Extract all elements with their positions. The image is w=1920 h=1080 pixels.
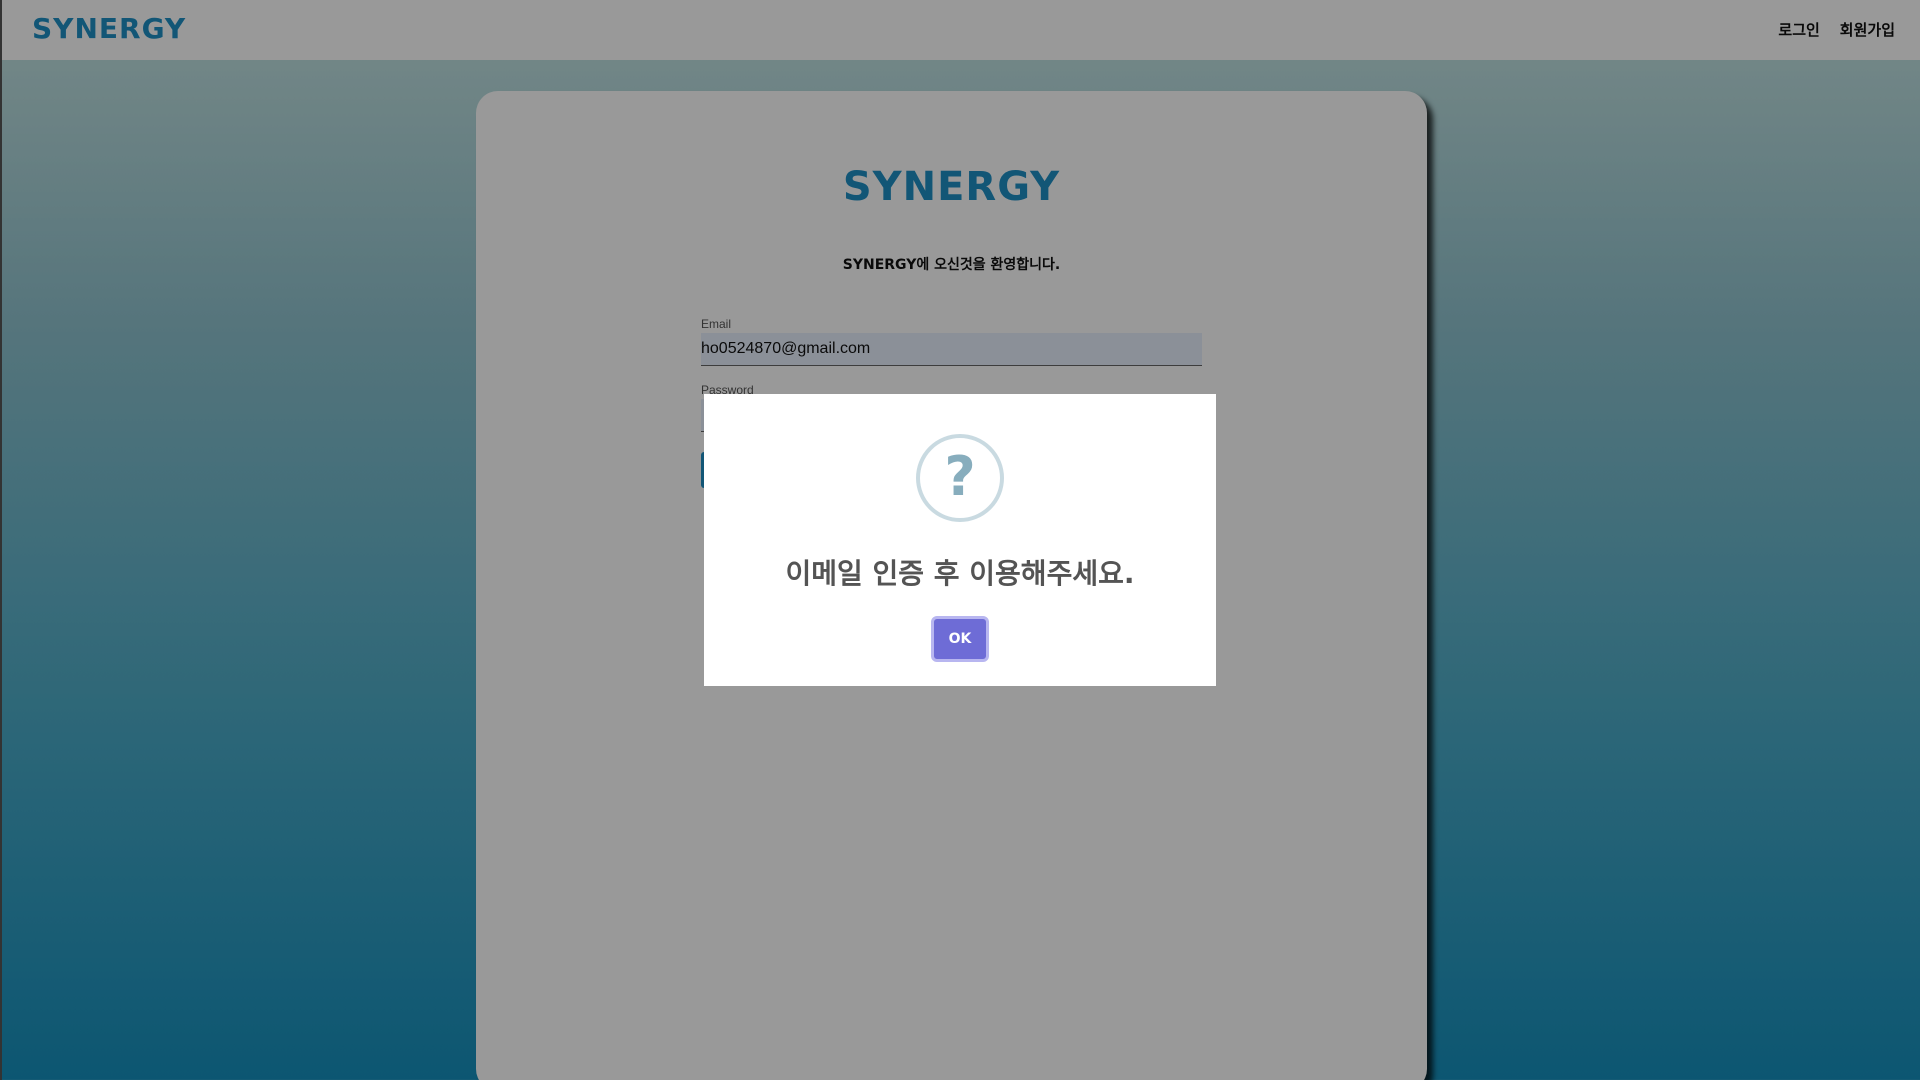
alert-modal: ? 이메일 인증 후 이용해주세요. OK (704, 394, 1216, 686)
ok-button[interactable]: OK (931, 616, 989, 662)
modal-message: 이메일 인증 후 이용해주세요. (785, 557, 1135, 590)
question-mark-icon: ? (916, 434, 1004, 522)
